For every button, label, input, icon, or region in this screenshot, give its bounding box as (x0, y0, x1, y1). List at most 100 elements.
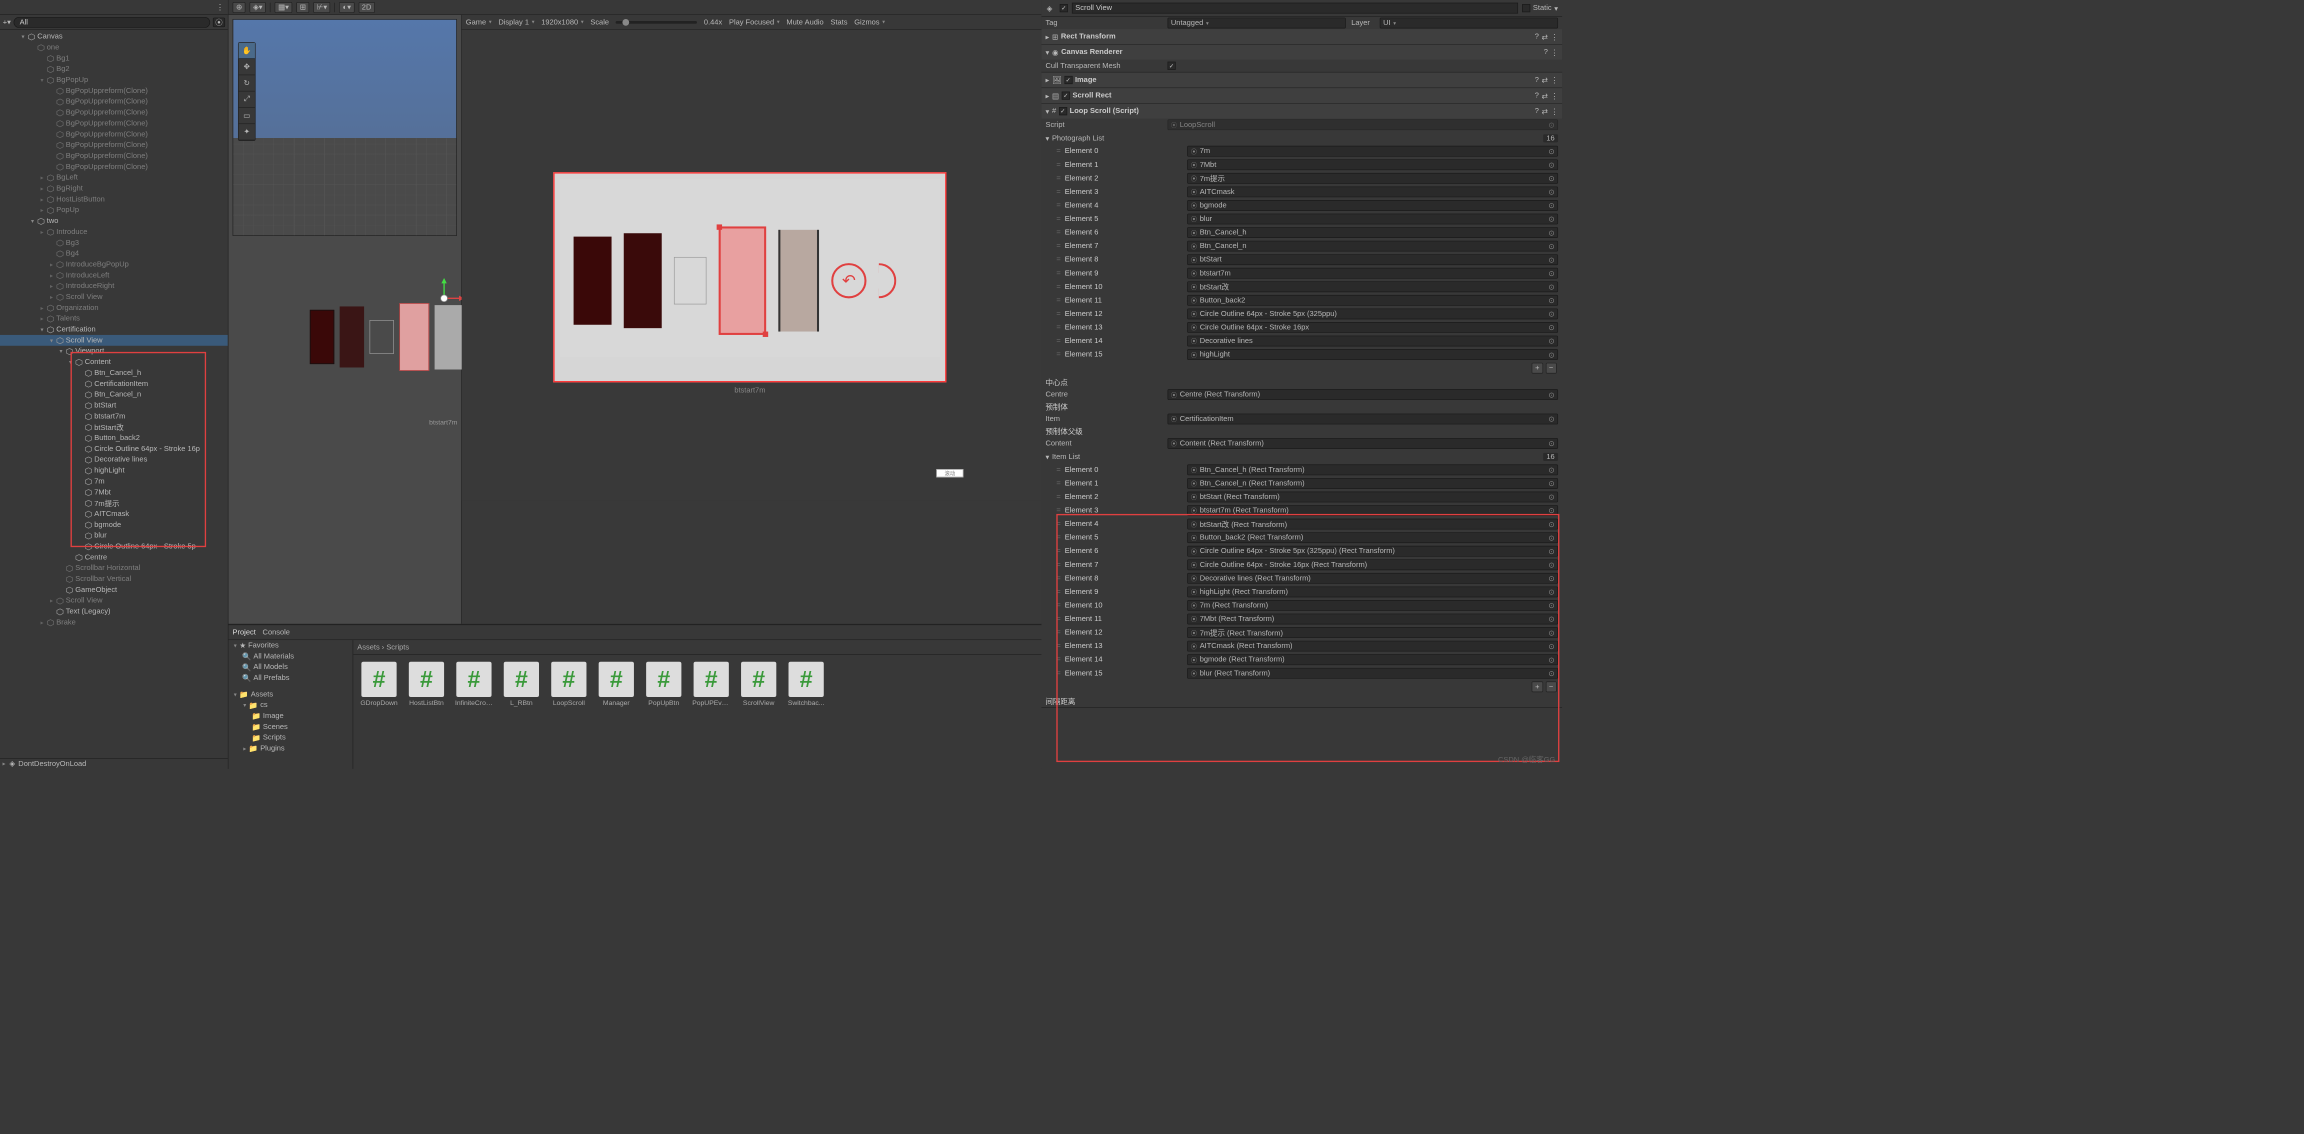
drag-handle-icon[interactable]: = (1056, 669, 1060, 677)
play-mode[interactable]: Play Focused (729, 18, 780, 26)
list-row[interactable]: =Element 3btstart7m (Rect Transform)⊙ (1041, 504, 1562, 518)
hierarchy-item[interactable]: highLight (0, 465, 228, 476)
object-field[interactable]: AITCmask⊙ (1187, 186, 1558, 197)
hierarchy-item[interactable]: btstart7m (0, 411, 228, 422)
component-header[interactable]: ▸▤Scroll Rect?⇄⋮ (1041, 88, 1562, 103)
hierarchy-item[interactable]: Bg4 (0, 248, 228, 259)
list-row[interactable]: =Element 127m提示 (Rect Transform)⊙ (1041, 626, 1562, 640)
tag-dropdown[interactable]: Untagged (1168, 18, 1346, 29)
object-field[interactable]: AITCmask (Rect Transform)⊙ (1187, 641, 1558, 652)
drag-handle-icon[interactable]: = (1056, 493, 1060, 501)
help-icon[interactable]: ? (1544, 48, 1548, 57)
hierarchy-item[interactable]: ▾Viewport (0, 346, 228, 357)
object-field[interactable]: bgmode (Rect Transform)⊙ (1187, 654, 1558, 665)
object-field[interactable]: CertificationItem⊙ (1168, 414, 1559, 425)
hierarchy-item[interactable]: ▸BgLeft (0, 172, 228, 183)
hierarchy-item[interactable]: Circle Outline 64px - Stroke 5p (0, 541, 228, 552)
object-field[interactable]: Circle Outline 64px - Stroke 5px (325ppu… (1187, 308, 1558, 319)
tool-local[interactable]: ◈▾ (250, 2, 266, 13)
move-tool-icon[interactable]: ✥ (239, 59, 255, 75)
gameobject-name-input[interactable] (1072, 3, 1518, 14)
remove-element-button[interactable]: − (1546, 681, 1557, 692)
drag-handle-icon[interactable]: = (1056, 310, 1060, 318)
resolution-dropdown[interactable]: 1920x1080 (541, 18, 583, 26)
hierarchy-item[interactable]: ▾BgPopUp (0, 75, 228, 86)
hierarchy-item[interactable]: ▸HostListButton (0, 194, 228, 205)
list-row[interactable]: =Element 14Decorative lines⊙ (1041, 334, 1562, 348)
object-field[interactable]: 7m提示 (Rect Transform)⊙ (1187, 627, 1558, 638)
transform-tool-icon[interactable]: ✦ (239, 124, 255, 140)
drag-handle-icon[interactable]: = (1056, 629, 1060, 637)
hierarchy-item[interactable]: 7m提示 (0, 498, 228, 509)
list-row[interactable]: =Element 6Btn_Cancel_h⊙ (1041, 226, 1562, 240)
hierarchy-item[interactable]: Btn_Cancel_h (0, 367, 228, 378)
object-field[interactable]: highLight (Rect Transform)⊙ (1187, 586, 1558, 597)
hierarchy-item[interactable]: ▸PopUp (0, 205, 228, 216)
2d-toggle[interactable]: 2D (358, 2, 374, 13)
object-field[interactable]: Button_back2 (Rect Transform)⊙ (1187, 532, 1558, 543)
mute-toggle[interactable]: Mute Audio (786, 18, 823, 26)
rotate-tool-icon[interactable]: ↻ (239, 75, 255, 91)
asset-item[interactable]: #InfiniteCrol... (455, 662, 493, 762)
stats-toggle[interactable]: Stats (830, 18, 847, 26)
object-field[interactable]: Btn_Cancel_n⊙ (1187, 241, 1558, 252)
drag-handle-icon[interactable]: = (1056, 601, 1060, 609)
object-field[interactable]: 7m提示⊙ (1187, 173, 1558, 184)
hierarchy-search-input[interactable] (14, 17, 211, 28)
list-row[interactable]: =Element 13Circle Outline 64px - Stroke … (1041, 321, 1562, 335)
object-field[interactable]: Circle Outline 64px - Stroke 5px (325ppu… (1187, 546, 1558, 557)
component-enabled-checkbox[interactable] (1059, 107, 1067, 115)
list-row[interactable]: =Element 07m⊙ (1041, 144, 1562, 158)
hierarchy-item[interactable]: ▸Introduce (0, 226, 228, 237)
hierarchy-item[interactable]: one (0, 42, 228, 53)
drag-handle-icon[interactable]: = (1056, 161, 1060, 169)
hierarchy-item[interactable]: ▸IntroduceLeft (0, 270, 228, 281)
hierarchy-item[interactable]: Bg3 (0, 237, 228, 248)
game-tab[interactable]: Game (466, 18, 492, 26)
hierarchy-item[interactable]: BgPopUppreform(Clone) (0, 107, 228, 118)
layer-dropdown[interactable]: UI (1380, 18, 1558, 29)
list-header[interactable]: ▾Item List16 (1041, 451, 1562, 463)
list-row[interactable]: =Element 7Btn_Cancel_n⊙ (1041, 239, 1562, 253)
drag-handle-icon[interactable]: = (1056, 520, 1060, 528)
drag-handle-icon[interactable]: = (1056, 283, 1060, 291)
list-row[interactable]: =Element 3AITCmask⊙ (1041, 185, 1562, 199)
list-row[interactable]: =Element 15blur (Rect Transform)⊙ (1041, 666, 1562, 680)
list-row[interactable]: =Element 12Circle Outline 64px - Stroke … (1041, 307, 1562, 321)
hierarchy-item[interactable]: Button_back2 (0, 433, 228, 444)
object-field[interactable]: Decorative lines (Rect Transform)⊙ (1187, 573, 1558, 584)
list-row[interactable]: =Element 7Circle Outline 64px - Stroke 1… (1041, 558, 1562, 572)
list-row[interactable]: =Element 9btstart7m⊙ (1041, 266, 1562, 280)
hierarchy-item[interactable]: blur (0, 530, 228, 541)
asset-item[interactable]: #PopUpBtn (645, 662, 683, 762)
list-row[interactable]: =Element 2btStart (Rect Transform)⊙ (1041, 490, 1562, 504)
hierarchy-item[interactable]: Scrollbar Vertical (0, 574, 228, 585)
search-filter-icon[interactable]: ⦿ (213, 17, 225, 26)
hierarchy-item[interactable]: AITCmask (0, 508, 228, 519)
object-field[interactable]: Btn_Cancel_h (Rect Transform)⊙ (1187, 464, 1558, 475)
tool-pivot[interactable]: ⊕ (233, 2, 246, 13)
hierarchy-item[interactable]: btStart (0, 400, 228, 411)
object-field[interactable]: blur⊙ (1187, 214, 1558, 225)
hierarchy-item[interactable]: ▸IntroduceBgPopUp (0, 259, 228, 270)
object-field[interactable]: 7Mbt⊙ (1187, 159, 1558, 170)
list-row[interactable]: =Element 107m (Rect Transform)⊙ (1041, 599, 1562, 613)
object-field[interactable]: Content (Rect Transform)⊙ (1168, 438, 1559, 449)
add-element-button[interactable]: + (1532, 681, 1543, 692)
scene-view[interactable]: ✋ ✥ ↻ ⤢ ▭ ✦ btstart7m (228, 15, 461, 624)
list-row[interactable]: =Element 6Circle Outline 64px - Stroke 5… (1041, 544, 1562, 558)
list-row[interactable]: =Element 5blur⊙ (1041, 212, 1562, 226)
object-field[interactable]: Decorative lines⊙ (1187, 336, 1558, 347)
hierarchy-item[interactable]: Bg1 (0, 53, 228, 64)
hierarchy-item[interactable]: ▸BgRight (0, 183, 228, 194)
hierarchy-item[interactable]: BgPopUppreform(Clone) (0, 118, 228, 129)
create-icon[interactable]: +▾ (3, 18, 11, 27)
script-field[interactable]: LoopScroll⊙ (1168, 119, 1559, 130)
list-row[interactable]: =Element 9highLight (Rect Transform)⊙ (1041, 585, 1562, 599)
drag-handle-icon[interactable]: = (1056, 547, 1060, 555)
hierarchy-item[interactable]: 7m (0, 476, 228, 487)
drag-handle-icon[interactable]: = (1056, 201, 1060, 209)
object-field[interactable]: btStart改 (Rect Transform)⊙ (1187, 519, 1558, 530)
hierarchy-item[interactable]: BgPopUppreform(Clone) (0, 96, 228, 107)
drag-handle-icon[interactable]: = (1056, 296, 1060, 304)
